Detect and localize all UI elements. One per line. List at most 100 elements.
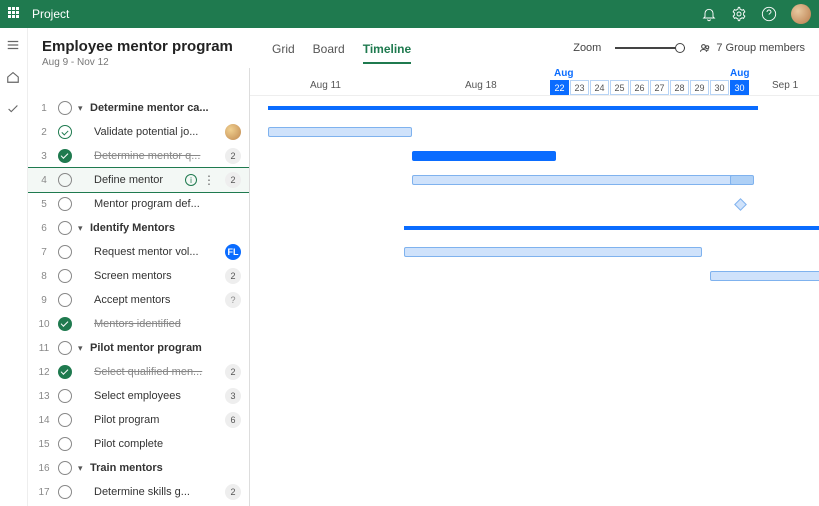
task-label: Select employees — [78, 390, 221, 402]
task-row[interactable]: 7Request mentor vol...FL — [28, 240, 249, 264]
assignee-initials[interactable]: FL — [225, 244, 241, 260]
task-bar[interactable] — [268, 127, 412, 137]
task-bar[interactable] — [412, 175, 752, 185]
check-icon[interactable] — [6, 102, 22, 118]
count-badge[interactable]: ? — [225, 292, 241, 308]
count-badge[interactable]: 2 — [225, 148, 241, 164]
status-circle[interactable] — [58, 341, 72, 355]
status-circle[interactable] — [58, 317, 72, 331]
task-row[interactable]: 16▾Train mentors — [28, 456, 249, 480]
count-badge[interactable]: 2 — [225, 268, 241, 284]
task-row[interactable]: 4Define mentori⋮2 — [28, 168, 249, 192]
summary-bar[interactable] — [268, 106, 758, 110]
app-name: Project — [32, 7, 687, 21]
chevron-down-icon[interactable]: ▾ — [78, 463, 88, 474]
task-row[interactable]: 11 ▾Pilot mentor program — [28, 336, 249, 360]
task-row[interactable]: 2Validate potential jo... — [28, 120, 249, 144]
settings-icon[interactable] — [731, 6, 747, 22]
row-number: 17 — [36, 487, 52, 498]
status-circle[interactable] — [58, 125, 72, 139]
row-number: 11 — [36, 343, 52, 354]
home-icon[interactable] — [6, 70, 22, 86]
task-bar[interactable] — [730, 175, 754, 185]
task-label: Request mentor vol... — [78, 246, 221, 258]
menu-icon[interactable] — [6, 38, 22, 54]
status-circle[interactable] — [58, 245, 72, 259]
chevron-down-icon[interactable]: ▾ — [78, 343, 88, 354]
status-circle[interactable] — [58, 365, 72, 379]
status-circle[interactable] — [58, 293, 72, 307]
day-cell[interactable]: 23 — [570, 80, 589, 95]
day-cell[interactable]: 30 — [710, 80, 729, 95]
tab-board[interactable]: Board — [313, 42, 345, 64]
task-row[interactable]: 5Mentor program def... — [28, 192, 249, 216]
row-number: 14 — [36, 415, 52, 426]
day-cell[interactable]: 24 — [590, 80, 609, 95]
zoom-label: Zoom — [573, 42, 601, 54]
tab-timeline[interactable]: Timeline — [363, 42, 411, 64]
row-number: 12 — [36, 367, 52, 378]
user-avatar[interactable] — [791, 4, 811, 24]
day-cell[interactable]: 26 — [630, 80, 649, 95]
task-row[interactable]: 13Select employees3 — [28, 384, 249, 408]
task-label: Pilot program — [78, 414, 221, 426]
day-cell[interactable]: 30 — [730, 80, 749, 95]
app-launcher-icon[interactable] — [8, 7, 22, 21]
status-circle[interactable] — [58, 437, 72, 451]
status-circle[interactable] — [58, 101, 72, 115]
day-cell[interactable]: 29 — [690, 80, 709, 95]
task-label: Determine mentor q... — [78, 150, 221, 162]
status-circle[interactable] — [58, 173, 72, 187]
milestone-icon[interactable] — [734, 198, 747, 211]
day-cell[interactable]: 27 — [650, 80, 669, 95]
day-cell[interactable]: 28 — [670, 80, 689, 95]
day-cell[interactable]: 22 — [550, 80, 569, 95]
notification-icon[interactable] — [701, 6, 717, 22]
tab-grid[interactable]: Grid — [272, 42, 295, 64]
row-number: 3 — [36, 151, 52, 162]
task-row[interactable]: 12Select qualified men...2 — [28, 360, 249, 384]
status-circle[interactable] — [58, 413, 72, 427]
task-row[interactable]: 9Accept mentors? — [28, 288, 249, 312]
task-row[interactable]: 15Pilot complete — [28, 432, 249, 456]
status-circle[interactable] — [58, 149, 72, 163]
assignee-avatar[interactable] — [225, 124, 241, 140]
task-row[interactable]: 1▾Determine mentor ca... — [28, 96, 249, 120]
gantt-row — [250, 264, 819, 288]
gantt-row — [250, 96, 819, 120]
count-badge[interactable]: 2 — [225, 364, 241, 380]
task-row[interactable]: 8Screen mentors2 — [28, 264, 249, 288]
status-circle[interactable] — [58, 221, 72, 235]
count-badge[interactable]: 6 — [225, 412, 241, 428]
more-icon[interactable]: ⋮ — [203, 174, 215, 186]
help-icon[interactable] — [761, 6, 777, 22]
info-icon[interactable]: i — [185, 174, 197, 186]
gantt-row — [250, 168, 819, 192]
task-bar[interactable] — [710, 271, 819, 281]
chevron-down-icon[interactable]: ▾ — [78, 103, 88, 114]
task-bar[interactable] — [404, 247, 702, 257]
task-label: Pilot mentor program — [88, 342, 241, 354]
month-label: Aug — [554, 68, 573, 79]
count-badge[interactable]: 3 — [225, 388, 241, 404]
status-circle[interactable] — [58, 389, 72, 403]
status-circle[interactable] — [58, 269, 72, 283]
task-row[interactable]: 17Determine skills g...2 — [28, 480, 249, 504]
count-badge[interactable]: 2 — [225, 172, 241, 188]
task-row[interactable]: 14 Pilot program 6 — [28, 408, 249, 432]
status-circle[interactable] — [58, 461, 72, 475]
task-row[interactable]: 3 Determine mentor q... 2 — [28, 144, 249, 168]
status-circle[interactable] — [58, 485, 72, 499]
group-members-button[interactable]: 7 Group members — [699, 42, 805, 54]
gantt-row — [250, 408, 819, 432]
row-number: 1 — [36, 103, 52, 114]
zoom-slider[interactable] — [615, 43, 685, 53]
day-cell[interactable]: 25 — [610, 80, 629, 95]
task-row[interactable]: 10Mentors identified — [28, 312, 249, 336]
status-circle[interactable] — [58, 197, 72, 211]
chevron-down-icon[interactable]: ▾ — [78, 223, 88, 234]
task-row[interactable]: 6▾Identify Mentors — [28, 216, 249, 240]
summary-bar[interactable] — [404, 226, 819, 230]
task-bar[interactable] — [412, 151, 556, 161]
count-badge[interactable]: 2 — [225, 484, 241, 500]
